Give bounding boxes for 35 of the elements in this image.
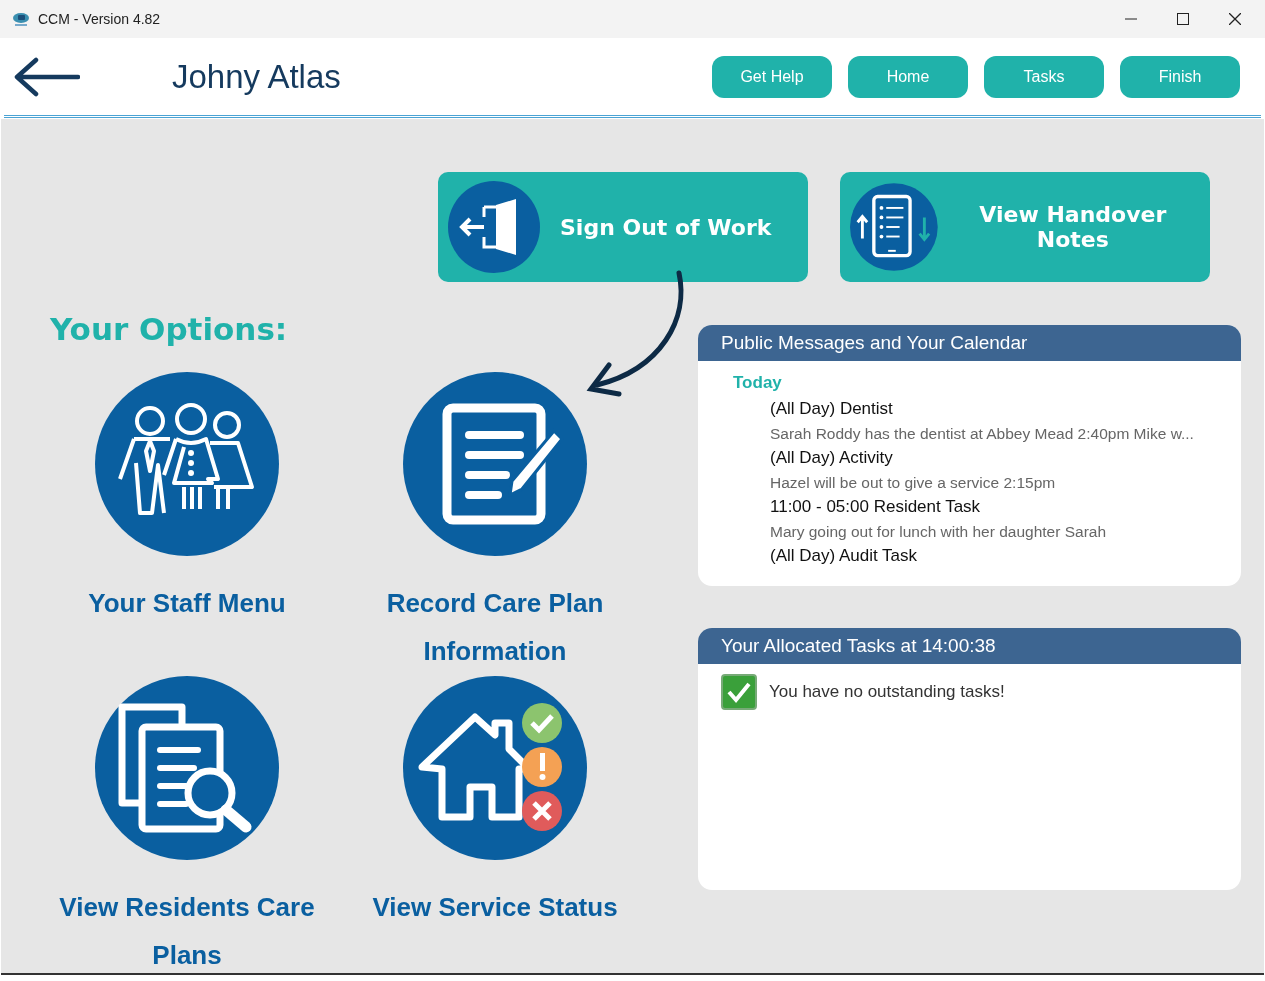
people-group-icon xyxy=(94,371,280,557)
maximize-icon[interactable] xyxy=(1177,13,1189,25)
house-status-icon xyxy=(402,675,588,861)
nav-button[interactable]: Tasks xyxy=(984,55,1104,98)
option-tile[interactable]: Your Staff Menu xyxy=(33,371,341,627)
option-tile[interactable]: Record Care Plan Information xyxy=(341,371,649,675)
event-title: 11:00 - 05:00 Resident Task xyxy=(770,496,982,518)
panel-header: Your Allocated Tasks at 14:00:38 xyxy=(698,628,1241,664)
window-title: CCM - Version 4.82 xyxy=(38,11,162,27)
back-arrow-icon[interactable] xyxy=(14,56,80,97)
event-description: Hazel will be out to give a service 2:15pm xyxy=(770,473,1057,493)
action-button[interactable]: View Handover Notes xyxy=(840,172,1210,282)
tablet-list-icon xyxy=(850,181,938,273)
option-tile[interactable]: View Residents Care Plans xyxy=(33,675,341,979)
options-heading: Your Options: xyxy=(50,311,289,347)
document-pencil-icon xyxy=(402,371,588,557)
check-icon xyxy=(721,674,757,710)
event-title: (All Day) Audit Task xyxy=(770,545,919,567)
door-exit-icon xyxy=(448,181,540,273)
event-title: (All Day) Dentist xyxy=(770,398,894,420)
user-name: Johny Atlas xyxy=(172,57,342,96)
event-description: Sarah Roddy has the dentist at Abbey Mead 2:40pm Mike w... xyxy=(770,424,1195,444)
day-heading: Today xyxy=(733,373,783,393)
task-message: You have no outstanding tasks! xyxy=(769,682,1005,702)
close-icon[interactable] xyxy=(1229,13,1241,25)
action-button[interactable]: Sign Out of Work xyxy=(438,172,808,282)
panel-header: Public Messages and Your Calendar xyxy=(698,325,1241,361)
documents-magnifier-icon xyxy=(94,675,280,861)
nav-button[interactable]: Home xyxy=(848,55,968,98)
event-title: (All Day) Activity xyxy=(770,447,894,469)
option-tile[interactable]: View Service Status xyxy=(341,675,649,931)
nav-button[interactable]: Get Help xyxy=(712,55,832,98)
nav-button[interactable]: Finish xyxy=(1120,55,1240,98)
app-logo-icon xyxy=(12,11,30,27)
event-description: Mary going out for lunch with her daughter Sarah xyxy=(770,522,1108,542)
